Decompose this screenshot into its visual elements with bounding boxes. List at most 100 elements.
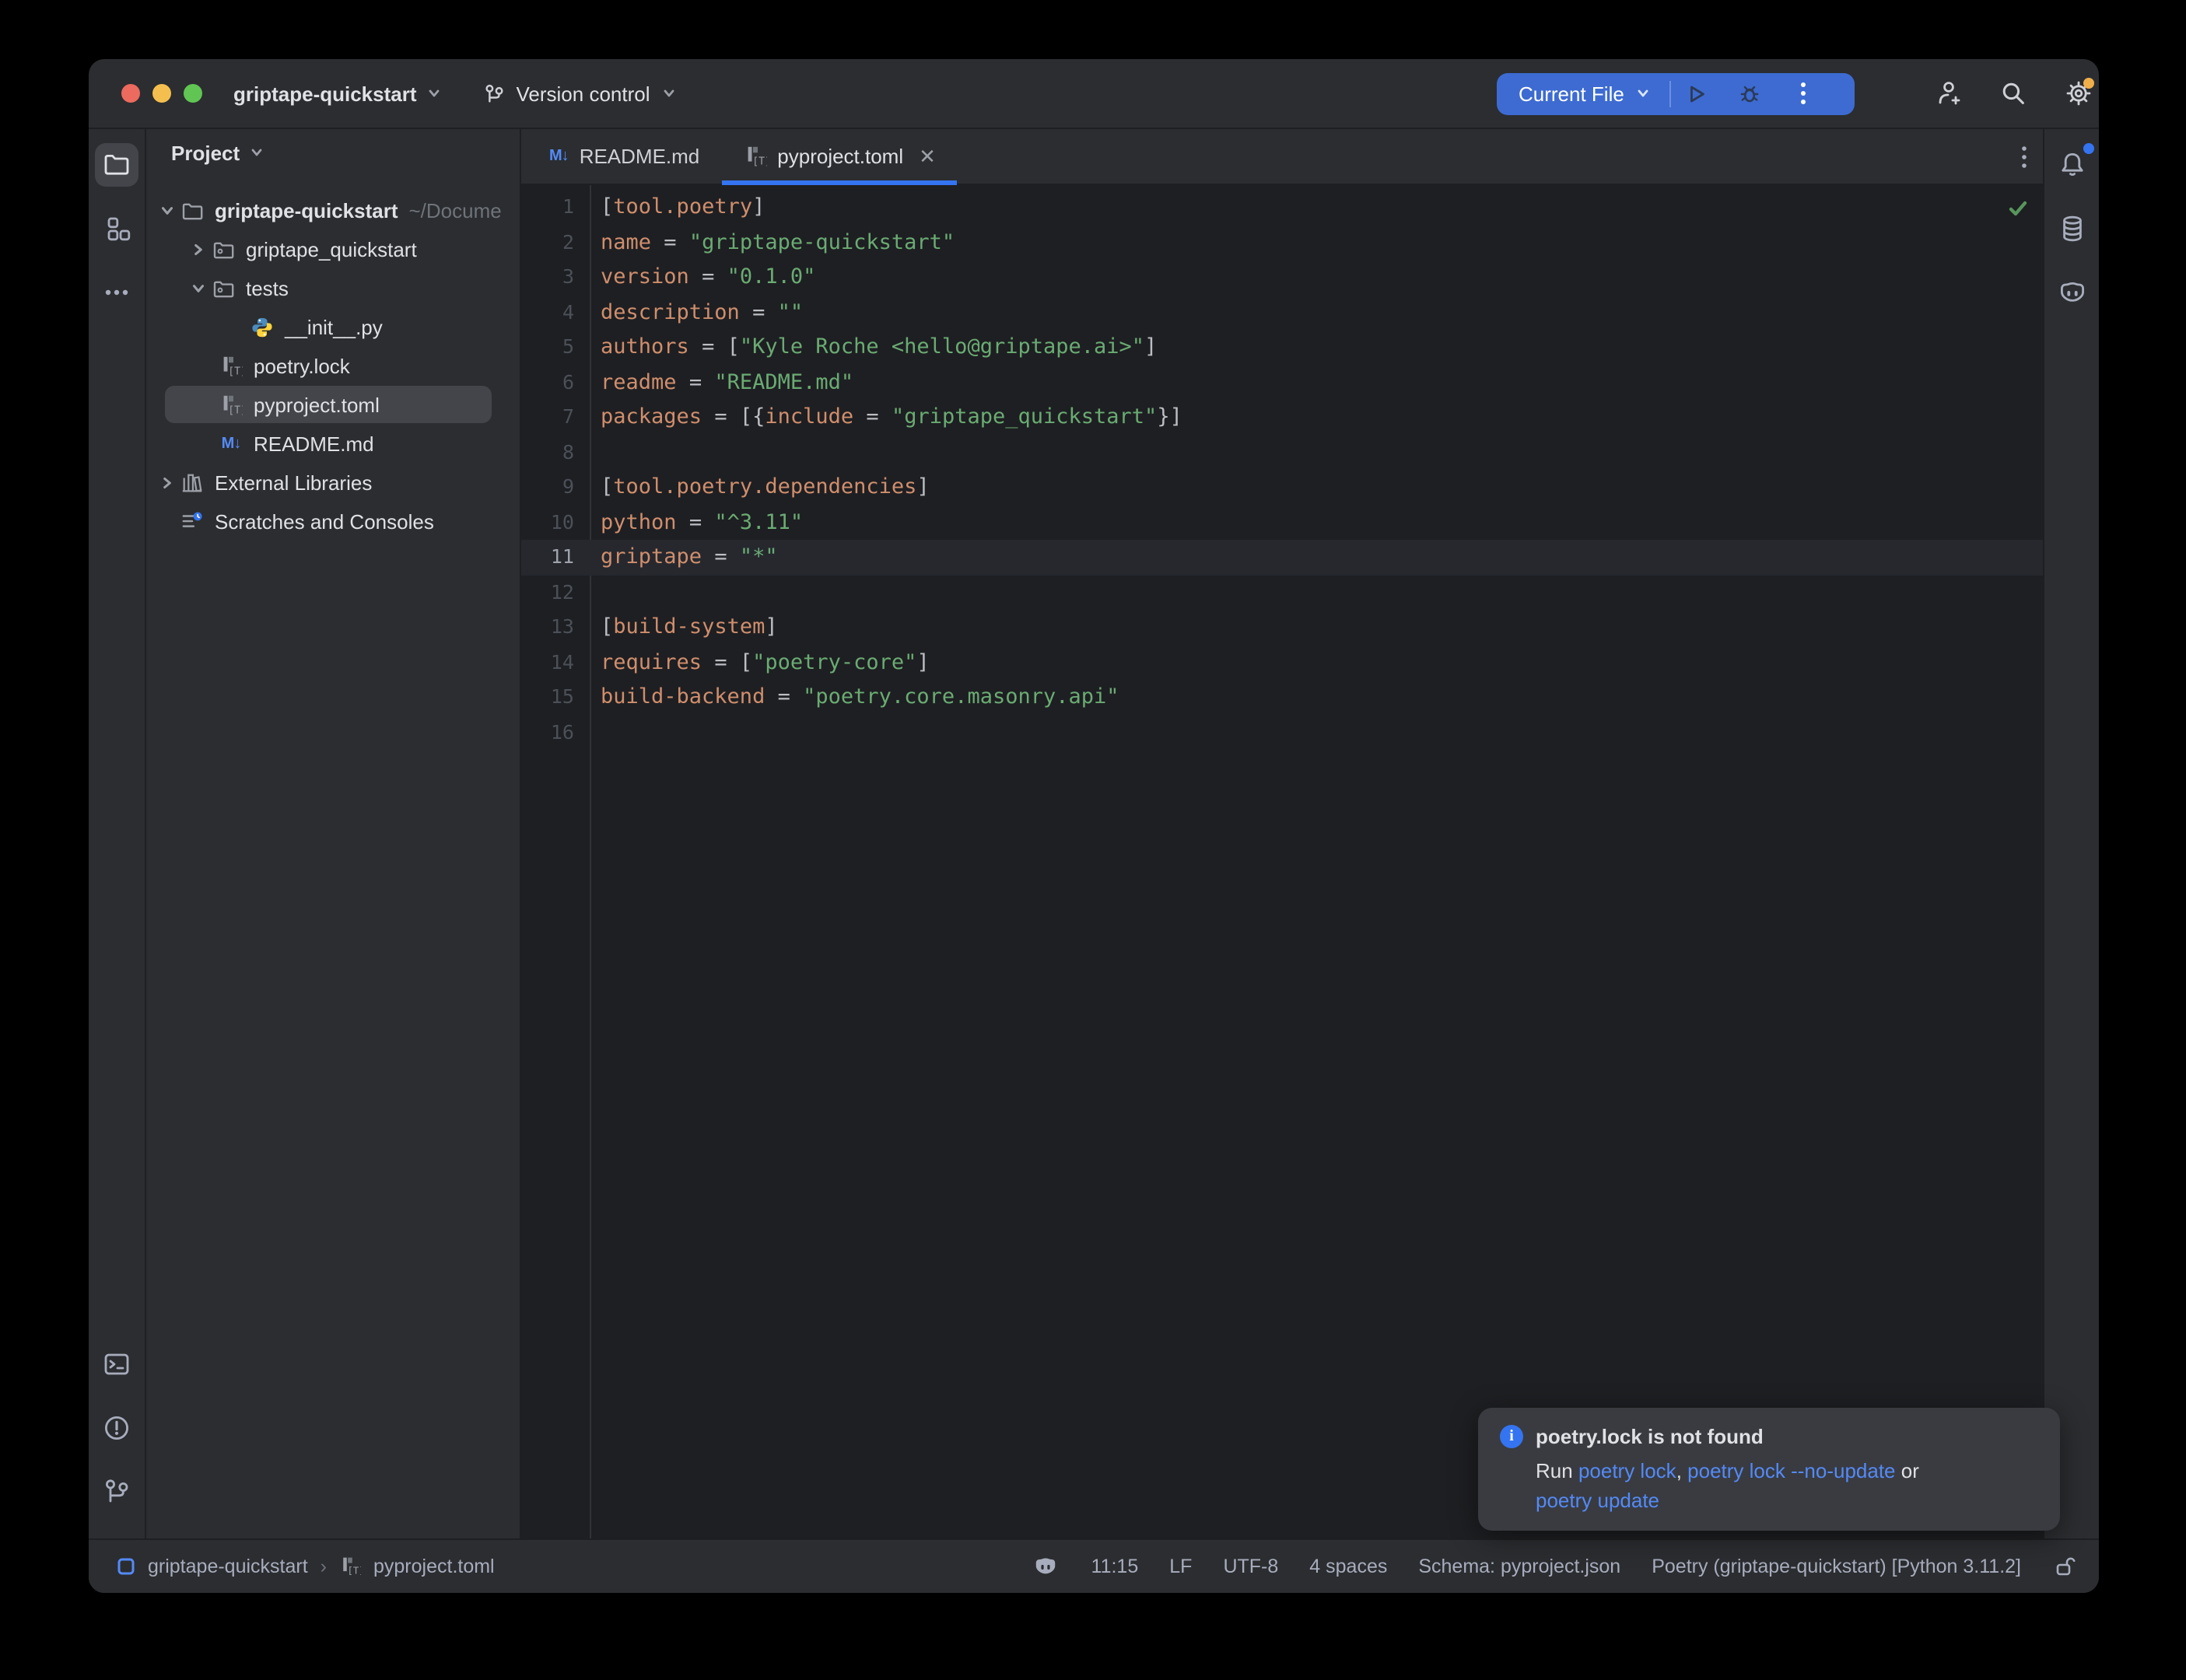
notification-text: or (1896, 1459, 1919, 1482)
tree-row-tests[interactable]: tests (146, 269, 520, 308)
chevron-down-icon (426, 86, 442, 101)
zoom-window-button[interactable] (184, 84, 202, 103)
info-icon: i (1500, 1425, 1523, 1448)
status-widgets: 11:15 LF UTF-8 4 spaces Schema: pyprojec… (1032, 1552, 2099, 1580)
tree-row-package[interactable]: griptape_quickstart (146, 230, 520, 269)
line-number: 4 (521, 295, 574, 330)
bell-icon (2056, 149, 2087, 180)
vcs-widget[interactable]: Version control (482, 82, 677, 105)
tree-row-project-root[interactable]: griptape-quickstart ~/Docume (146, 191, 520, 230)
project-tool-button[interactable] (95, 143, 138, 187)
code-line: 4description = "" (521, 295, 2043, 330)
tree-row-readme-md[interactable]: M↓ README.md (146, 425, 520, 464)
breadcrumb-file[interactable]: pyproject.toml (373, 1556, 495, 1577)
poetry-lock-no-update-link[interactable]: poetry lock --no-update (1687, 1459, 1895, 1482)
tab-readme-md[interactable]: M↓ README.md (527, 129, 721, 184)
toml-file-icon: [T] (219, 394, 243, 417)
status-indent[interactable]: 4 spaces (1309, 1556, 1387, 1577)
package-folder-icon (211, 237, 236, 262)
status-cursor-position[interactable]: 11:15 (1091, 1556, 1139, 1577)
run-configuration-label: Current File (1519, 82, 1624, 105)
tree-item-label: External Libraries (215, 471, 372, 495)
tree-item-label: poetry.lock (254, 355, 350, 378)
unlocked-icon[interactable] (2052, 1554, 2077, 1579)
notification-text: Run (1536, 1459, 1578, 1482)
folder-icon (180, 198, 205, 223)
tree-row-poetry-lock[interactable]: [T] poetry.lock (146, 347, 520, 386)
code-line: 2name = "griptape-quickstart" (521, 225, 2043, 260)
project-panel: Project griptape-quickstart ~/Docume gri… (146, 129, 521, 1540)
run-button[interactable] (1671, 82, 1724, 105)
chevron-down-icon (1635, 86, 1651, 101)
line-number: 15 (521, 680, 574, 715)
window-controls (121, 84, 202, 103)
line-number: 1 (521, 190, 574, 225)
ai-assistant-tool-button[interactable] (2050, 271, 2093, 314)
status-schema[interactable]: Schema: pyproject.json (1418, 1556, 1620, 1577)
tree-row-pyproject-toml[interactable]: [T] pyproject.toml (146, 386, 520, 425)
chevron-down-icon (661, 86, 677, 101)
problems-tool-button[interactable] (95, 1406, 138, 1450)
git-branch-icon (101, 1476, 132, 1507)
library-icon (180, 471, 204, 495)
status-encoding[interactable]: UTF-8 (1223, 1556, 1278, 1577)
minimize-window-button[interactable] (152, 84, 171, 103)
chevron-down-icon (249, 145, 264, 160)
code-line: 10python = "^3.11" (521, 505, 2043, 540)
database-tool-button[interactable] (2050, 207, 2093, 250)
tree-item-label: griptape_quickstart (246, 238, 417, 261)
line-number: 14 (521, 645, 574, 680)
line-number: 3 (521, 260, 574, 295)
tree-row-external-libraries[interactable]: External Libraries (146, 464, 520, 502)
svg-text:[T]: [T] (348, 1566, 362, 1577)
tab-pyproject-toml[interactable]: [T] pyproject.toml ✕ (721, 129, 958, 184)
line-number: 7 (521, 400, 574, 435)
project-panel-header[interactable]: Project (146, 129, 520, 176)
vcs-tool-button[interactable] (95, 1470, 138, 1514)
tab-options-button[interactable] (2021, 129, 2027, 184)
add-user-icon (1932, 78, 1964, 109)
code-editor[interactable]: 1[tool.poetry] 2name = "griptape-quickst… (521, 185, 2043, 1540)
tree-item-label: tests (246, 277, 289, 300)
line-number: 8 (521, 435, 574, 470)
close-window-button[interactable] (121, 84, 140, 103)
search-everywhere-button[interactable] (1998, 78, 2029, 109)
breadcrumb-root[interactable]: griptape-quickstart (148, 1556, 308, 1577)
terminal-icon (101, 1349, 132, 1380)
project-widget-label: griptape-quickstart (233, 82, 417, 105)
python-file-icon (250, 316, 274, 339)
notifications-tool-button[interactable] (2050, 143, 2093, 187)
breadcrumb-separator: › (321, 1556, 327, 1577)
titlebar-actions (1932, 78, 2094, 109)
copilot-status-icon[interactable] (1032, 1552, 1060, 1580)
tree-row-scratches[interactable]: Scratches and Consoles (146, 502, 520, 541)
tree-row-init-py[interactable]: __init__.py (146, 308, 520, 347)
bug-icon (1739, 82, 1762, 105)
status-line-ending[interactable]: LF (1169, 1556, 1192, 1577)
markdown-file-icon: M↓ (222, 436, 241, 453)
terminal-tool-button[interactable] (95, 1342, 138, 1386)
debug-button[interactable] (1724, 82, 1777, 105)
code-with-me-button[interactable] (1932, 78, 1964, 109)
close-tab-icon[interactable]: ✕ (919, 144, 936, 169)
poetry-lock-link[interactable]: poetry lock (1578, 1459, 1676, 1482)
code-line: 1[tool.poetry] (521, 190, 2043, 225)
poetry-update-link[interactable]: poetry update (1536, 1489, 1659, 1512)
line-number: 9 (521, 470, 574, 505)
more-tools-button[interactable] (95, 271, 138, 314)
settings-button[interactable] (2063, 78, 2094, 109)
main-area: Project griptape-quickstart ~/Docume gri… (89, 129, 2099, 1540)
desktop: griptape-quickstart Version control Curr… (0, 0, 2186, 1680)
structure-tool-button[interactable] (95, 207, 138, 250)
notification-badge (2083, 143, 2093, 154)
project-widget[interactable]: griptape-quickstart (233, 82, 442, 105)
more-run-options-button[interactable] (1777, 81, 1830, 106)
run-configuration-widget[interactable]: Current File (1497, 72, 1855, 114)
line-number: 10 (521, 505, 574, 540)
left-activity-bar-bottom (95, 1342, 138, 1540)
status-interpreter[interactable]: Poetry (griptape-quickstart) [Python 3.1… (1652, 1556, 2021, 1577)
code-line: 6readme = "README.md" (521, 365, 2043, 400)
chevron-down-icon (158, 202, 175, 219)
notification-popup[interactable]: i poetry.lock is not found Run poetry lo… (1478, 1408, 2060, 1531)
vcs-widget-label: Version control (517, 82, 650, 105)
